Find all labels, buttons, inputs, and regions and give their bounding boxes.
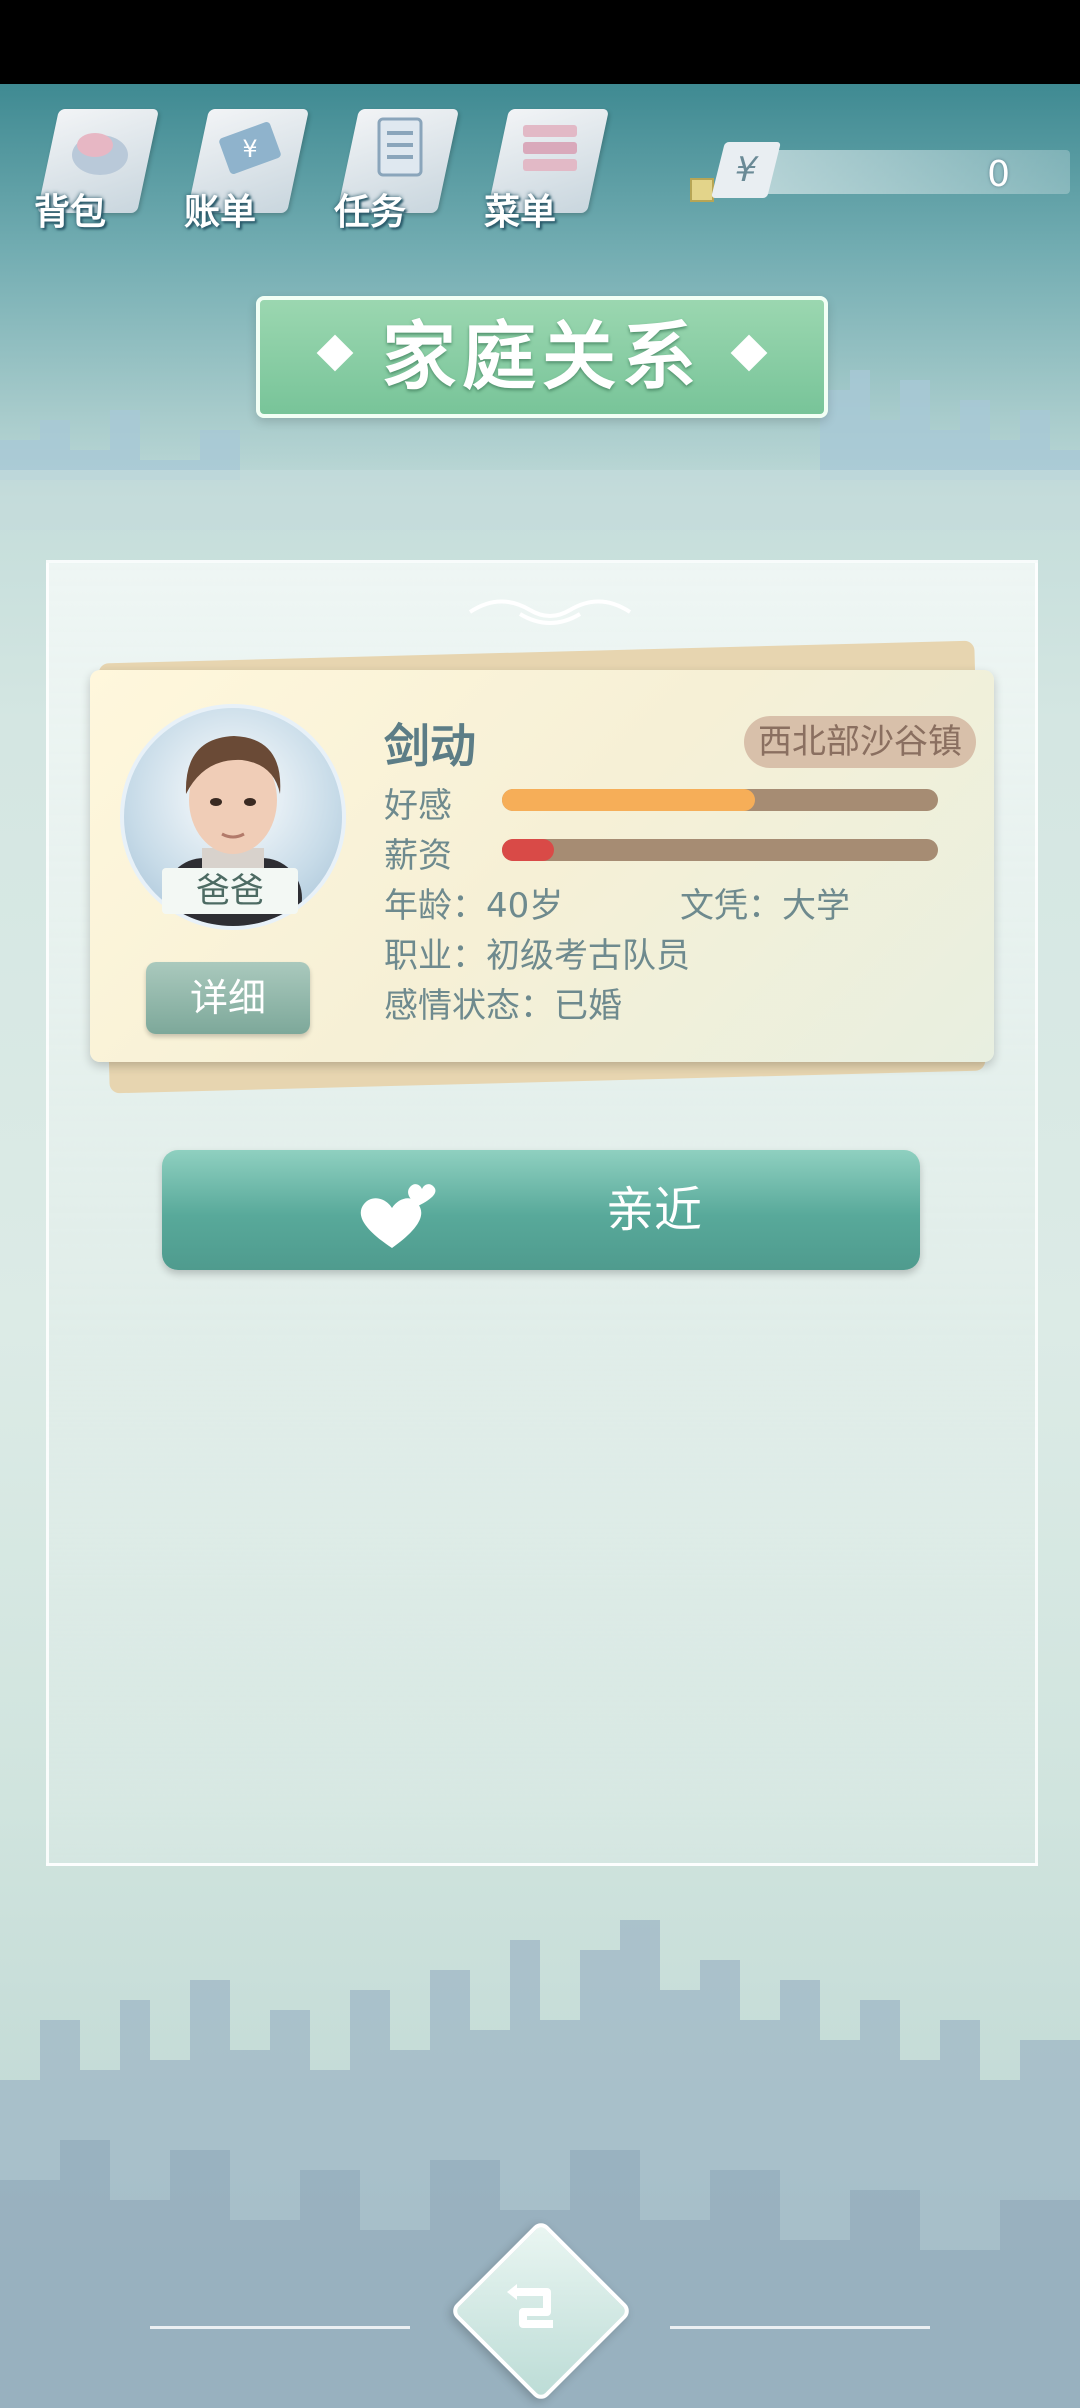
bag-icon	[72, 133, 128, 175]
salary-label: 薪资	[384, 836, 452, 876]
favor-bar-fill	[502, 789, 755, 811]
diamond-icon	[316, 334, 354, 372]
age-text: 年龄：40岁	[384, 886, 564, 926]
marital-text: 感情状态：已婚	[384, 986, 622, 1026]
favor-label: 好感	[384, 786, 452, 826]
menu-label: 菜单	[484, 192, 557, 233]
task-button[interactable]: 任务	[320, 95, 460, 235]
region-badge: 西北部沙谷镇	[744, 716, 976, 768]
menu-stack-icon	[523, 125, 577, 171]
salary-bar-fill	[502, 839, 555, 861]
coin-icon	[690, 178, 714, 202]
scroll-ornament	[468, 599, 632, 625]
top-nav: 背包 ¥ 账单 任务 菜单	[20, 95, 620, 245]
svg-text:¥: ¥	[242, 135, 257, 163]
bill-icon: ¥	[219, 122, 281, 174]
page-title-banner: 家庭关系	[256, 296, 828, 418]
money-display: ¥ 0	[690, 142, 1070, 202]
hearts-icon	[360, 1184, 436, 1248]
decorative-line-left	[150, 2326, 410, 2329]
education-text: 文凭：大学	[680, 886, 850, 926]
member-name: 剑动	[384, 719, 476, 773]
page-title: 家庭关系	[382, 314, 702, 400]
money-value: 0	[987, 154, 1010, 195]
favor-bar	[502, 789, 938, 811]
bill-button[interactable]: ¥ 账单	[170, 95, 310, 235]
bill-label: 账单	[184, 192, 257, 233]
bag-button[interactable]: 背包	[20, 95, 160, 235]
relation-label: 爸爸	[162, 868, 298, 914]
detail-button[interactable]: 详细	[146, 962, 310, 1034]
decorative-line-right	[670, 2326, 930, 2329]
diamond-icon	[730, 334, 768, 372]
get-closer-button[interactable]: 亲近	[162, 1150, 920, 1270]
job-text: 职业：初级考古队员	[384, 936, 690, 976]
menu-button[interactable]: 菜单	[470, 95, 610, 235]
task-label: 任务	[334, 192, 407, 233]
bag-label: 背包	[34, 192, 107, 233]
task-list-icon	[377, 117, 423, 177]
salary-bar	[502, 839, 938, 861]
back-arrow-icon	[507, 2284, 553, 2328]
get-closer-label: 亲近	[606, 1182, 703, 1238]
status-bar	[0, 0, 1080, 84]
